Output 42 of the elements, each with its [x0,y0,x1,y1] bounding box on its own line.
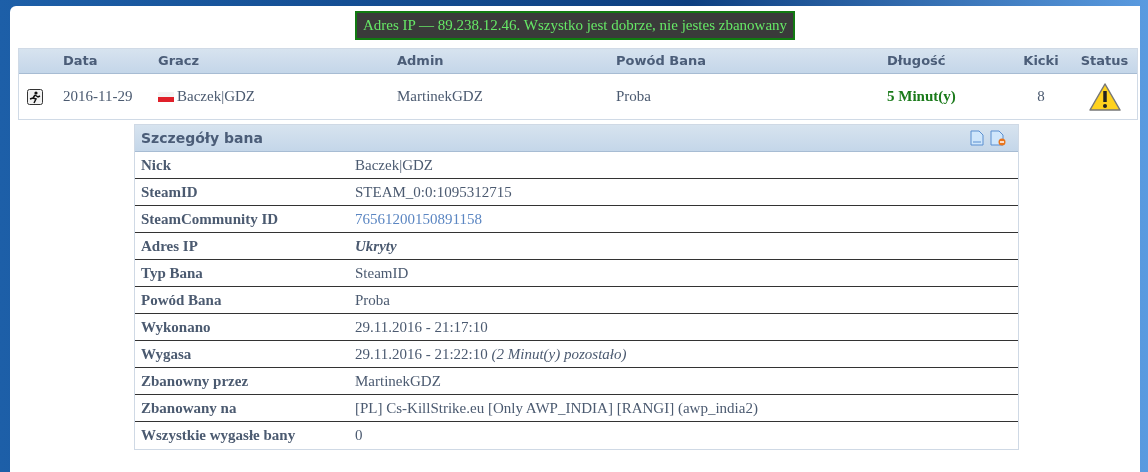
column-header[interactable]: Powód Bana [616,53,706,69]
field-label: SteamCommunity ID [140,209,280,229]
field-label: Zbanowany na [140,398,238,418]
field-label: Wygasa [140,344,193,364]
panel-title: Szczegóły bana [141,128,263,148]
profile-link[interactable]: 76561200150891158 [355,207,482,231]
field-value: MartinekGDZ [355,371,441,391]
field-label: Nick [140,155,172,175]
field-value: Ukryty [355,236,397,256]
table-cell: MartinekGDZ [397,88,483,105]
field-label: SteamID [140,182,199,202]
game-icon [27,88,43,105]
table-cell: Proba [616,88,651,105]
column-header[interactable]: Data [63,53,98,69]
column-header[interactable]: Admin [397,53,444,69]
warning-icon [1087,81,1122,112]
field-label: Zbanowny przez [140,371,250,391]
field-value: 29.11.2016 - 21:22:10 (2 Minut(y) pozostało) [355,344,627,364]
column-header[interactable]: Gracz [158,53,200,69]
column-header[interactable]: Długość [887,53,946,69]
field-value: STEAM_0:0:1095312715 [355,182,512,202]
table-cell-text: Baczek|GDZ [177,87,255,107]
field-value: 29.11.2016 - 21:17:10 [355,317,488,337]
field-value: Proba [355,290,390,310]
field-value: SteamID [355,263,409,283]
table-cell: 8 [1037,88,1045,105]
document-remove-icon[interactable] [990,130,1006,146]
field-label: Wszystkie wygasłe bany [140,426,297,446]
document-icon[interactable] [970,130,984,146]
flag-icon [158,91,174,102]
field-value: [PL] Cs-KillStrike.eu [Only AWP_INDIA] [RANGI] (awp_india2) [355,398,758,418]
field-label: Wykonano [140,317,212,337]
field-value: 0 [355,426,363,446]
field-label: Powód Bana [140,290,223,310]
field-value: Baczek|GDZ [355,155,433,175]
field-label: Typ Bana [140,263,204,283]
field-label: Adres IP [140,236,199,256]
status-notice: Adres IP — 89.238.12.46. Wszystko jest dobrze, nie jestes zbanowany [354,11,796,40]
table-cell: 5 Minut(y) [887,88,956,105]
table-cell: 2016-11-29 [63,88,133,105]
column-header[interactable]: Status [1080,53,1129,69]
column-header[interactable]: Kicki [1023,53,1059,69]
